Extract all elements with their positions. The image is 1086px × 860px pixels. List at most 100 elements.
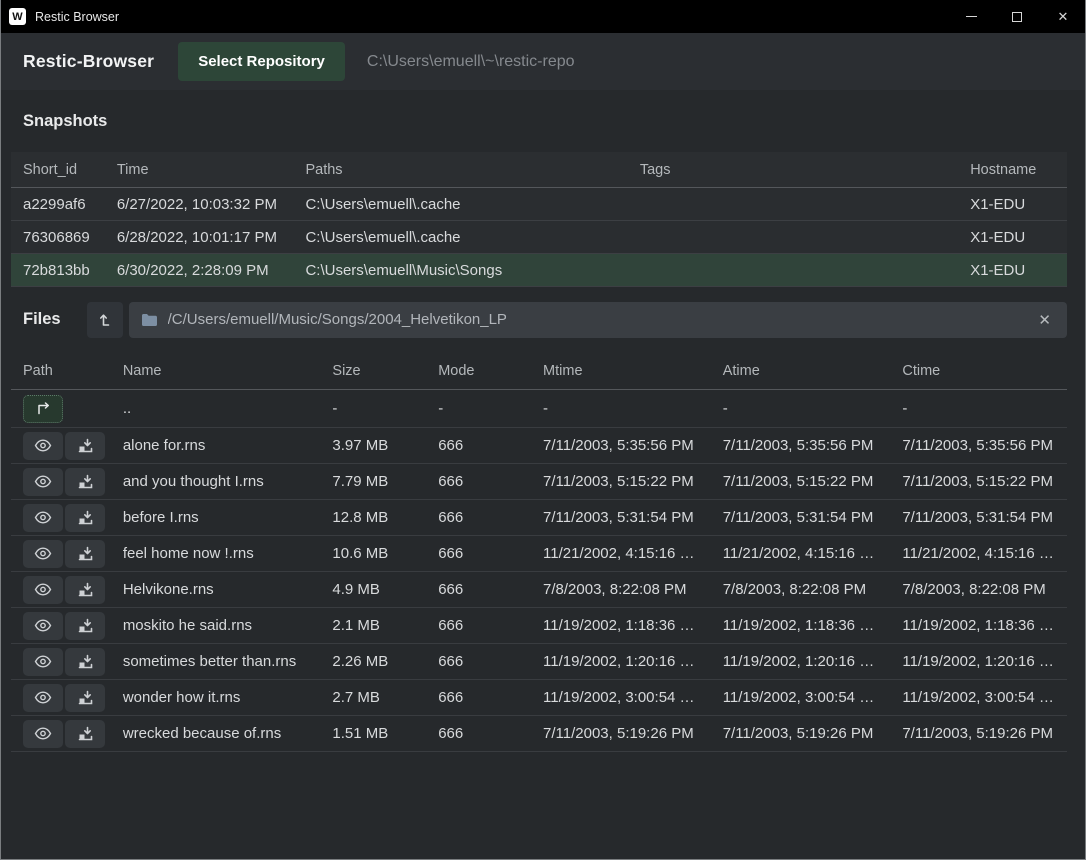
file-name: before I.rns (111, 509, 321, 526)
eye-icon (34, 547, 52, 560)
file-name: alone for.rns (111, 437, 321, 454)
preview-file-button[interactable] (23, 504, 63, 532)
file-size: 2.26 MB (320, 653, 426, 670)
file-ctime: 7/11/2003, 5:19:26 PM (890, 725, 1067, 742)
go-up-directory-button[interactable] (23, 395, 63, 423)
file-atime: 7/11/2003, 5:31:54 PM (711, 509, 891, 526)
download-icon (78, 618, 93, 633)
eye-icon (34, 727, 52, 740)
column-header-mode: Mode (426, 363, 531, 379)
file-mtime: 11/19/2002, 1:18:36 … (531, 617, 711, 634)
titlebar: W Restic Browser ✕ (0, 0, 1086, 33)
file-name: wrecked because of.rns (111, 725, 321, 742)
minimize-icon (966, 16, 977, 17)
preview-file-button[interactable] (23, 540, 63, 568)
eye-icon (34, 475, 52, 488)
maximize-button[interactable] (994, 0, 1040, 33)
preview-file-button[interactable] (23, 720, 63, 748)
files-table: Path Name Size Mode Mtime Atime Ctime .. (11, 352, 1067, 752)
restore-file-button[interactable] (65, 648, 105, 676)
file-row[interactable]: moskito he said.rns 2.1 MB 666 11/19/200… (11, 608, 1067, 644)
file-row[interactable]: feel home now !.rns 10.6 MB 666 11/21/20… (11, 536, 1067, 572)
file-row[interactable]: Helvikone.rns 4.9 MB 666 7/8/2003, 8:22:… (11, 572, 1067, 608)
path-input[interactable]: /C/Users/emuell/Music/Songs/2004_Helveti… (129, 302, 1067, 338)
file-row[interactable]: and you thought I.rns 7.79 MB 666 7/11/2… (11, 464, 1067, 500)
close-button[interactable]: ✕ (1040, 0, 1086, 33)
file-row[interactable]: before I.rns 12.8 MB 666 7/11/2003, 5:31… (11, 500, 1067, 536)
snapshots-table: Short_id Time Paths Tags Hostname a2299a… (11, 152, 1067, 287)
file-mtime: 11/19/2002, 1:20:16 … (531, 653, 711, 670)
file-size: 12.8 MB (320, 509, 426, 526)
snapshot-paths: C:\Users\emuell\Music\Songs (293, 262, 627, 279)
snapshot-row[interactable]: 76306869 6/28/2022, 10:01:17 PM C:\Users… (11, 221, 1067, 254)
restore-file-button[interactable] (65, 432, 105, 460)
file-name: feel home now !.rns (111, 545, 321, 562)
current-path: /C/Users/emuell/Music/Songs/2004_Helveti… (168, 311, 1035, 328)
restore-file-button[interactable] (65, 612, 105, 640)
file-mode: 666 (426, 473, 531, 490)
download-icon (78, 582, 93, 597)
file-row[interactable]: wonder how it.rns 2.7 MB 666 11/19/2002,… (11, 680, 1067, 716)
download-icon (78, 438, 93, 453)
preview-file-button[interactable] (23, 432, 63, 460)
column-header-atime: Atime (711, 363, 891, 379)
download-icon (78, 690, 93, 705)
file-row[interactable]: wrecked because of.rns 1.51 MB 666 7/11/… (11, 716, 1067, 752)
file-size: 4.9 MB (320, 581, 426, 598)
dump-snapshot-button[interactable] (87, 302, 123, 338)
select-repository-button[interactable]: Select Repository (178, 42, 345, 81)
app-icon: W (9, 8, 26, 25)
column-header-hostname: Hostname (958, 162, 1067, 178)
file-size: 7.79 MB (320, 473, 426, 490)
files-toolbar: Files /C/Users/emuell/Music/Songs/2004_H… (1, 287, 1085, 352)
file-mtime: - (531, 400, 711, 417)
file-ctime: 7/11/2003, 5:31:54 PM (890, 509, 1067, 526)
arrow-up-from-line-icon (97, 312, 113, 328)
restore-file-button[interactable] (65, 540, 105, 568)
app-icon-letter: W (12, 11, 22, 23)
preview-file-button[interactable] (23, 684, 63, 712)
file-mtime: 7/8/2003, 8:22:08 PM (531, 581, 711, 598)
file-mtime: 11/21/2002, 4:15:16 … (531, 545, 711, 562)
eye-icon (34, 511, 52, 524)
file-atime: - (711, 400, 891, 417)
snapshot-time: 6/27/2022, 10:03:32 PM (105, 196, 294, 213)
restore-file-button[interactable] (65, 504, 105, 532)
file-atime: 11/19/2002, 3:00:54 … (711, 689, 891, 706)
snapshot-time: 6/30/2022, 2:28:09 PM (105, 262, 294, 279)
restore-file-button[interactable] (65, 720, 105, 748)
file-size: 1.51 MB (320, 725, 426, 742)
file-row[interactable]: alone for.rns 3.97 MB 666 7/11/2003, 5:3… (11, 428, 1067, 464)
file-name: sometimes better than.rns (111, 653, 321, 670)
eye-icon (34, 583, 52, 596)
file-atime: 7/11/2003, 5:35:56 PM (711, 437, 891, 454)
clear-path-icon[interactable]: ✕ (1034, 311, 1055, 329)
restore-file-button[interactable] (65, 468, 105, 496)
repository-path: C:\Users\emuell\~\restic-repo (367, 53, 575, 71)
restore-file-button[interactable] (65, 576, 105, 604)
snapshot-row[interactable]: a2299af6 6/27/2022, 10:03:32 PM C:\Users… (11, 188, 1067, 221)
parent-directory-row[interactable]: .. - - - - - (11, 390, 1067, 428)
preview-file-button[interactable] (23, 612, 63, 640)
file-atime: 7/11/2003, 5:15:22 PM (711, 473, 891, 490)
file-ctime: 7/11/2003, 5:15:22 PM (890, 473, 1067, 490)
file-mode: 666 (426, 437, 531, 454)
file-name: moskito he said.rns (111, 617, 321, 634)
preview-file-button[interactable] (23, 576, 63, 604)
column-header-mtime: Mtime (531, 363, 711, 379)
snapshot-row-selected[interactable]: 72b813bb 6/30/2022, 2:28:09 PM C:\Users\… (11, 254, 1067, 287)
preview-file-button[interactable] (23, 468, 63, 496)
column-header-name: Name (111, 363, 321, 379)
minimize-button[interactable] (948, 0, 994, 33)
page-title: Restic-Browser (23, 51, 154, 72)
preview-file-button[interactable] (23, 648, 63, 676)
snapshot-paths: C:\Users\emuell\.cache (293, 196, 627, 213)
column-header-path: Path (11, 363, 111, 379)
file-ctime: 11/21/2002, 4:15:16 … (890, 545, 1067, 562)
file-row[interactable]: sometimes better than.rns 2.26 MB 666 11… (11, 644, 1067, 680)
file-ctime: 11/19/2002, 1:18:36 … (890, 617, 1067, 634)
snapshot-hostname: X1-EDU (958, 262, 1067, 279)
download-icon (78, 546, 93, 561)
download-icon (78, 654, 93, 669)
restore-file-button[interactable] (65, 684, 105, 712)
